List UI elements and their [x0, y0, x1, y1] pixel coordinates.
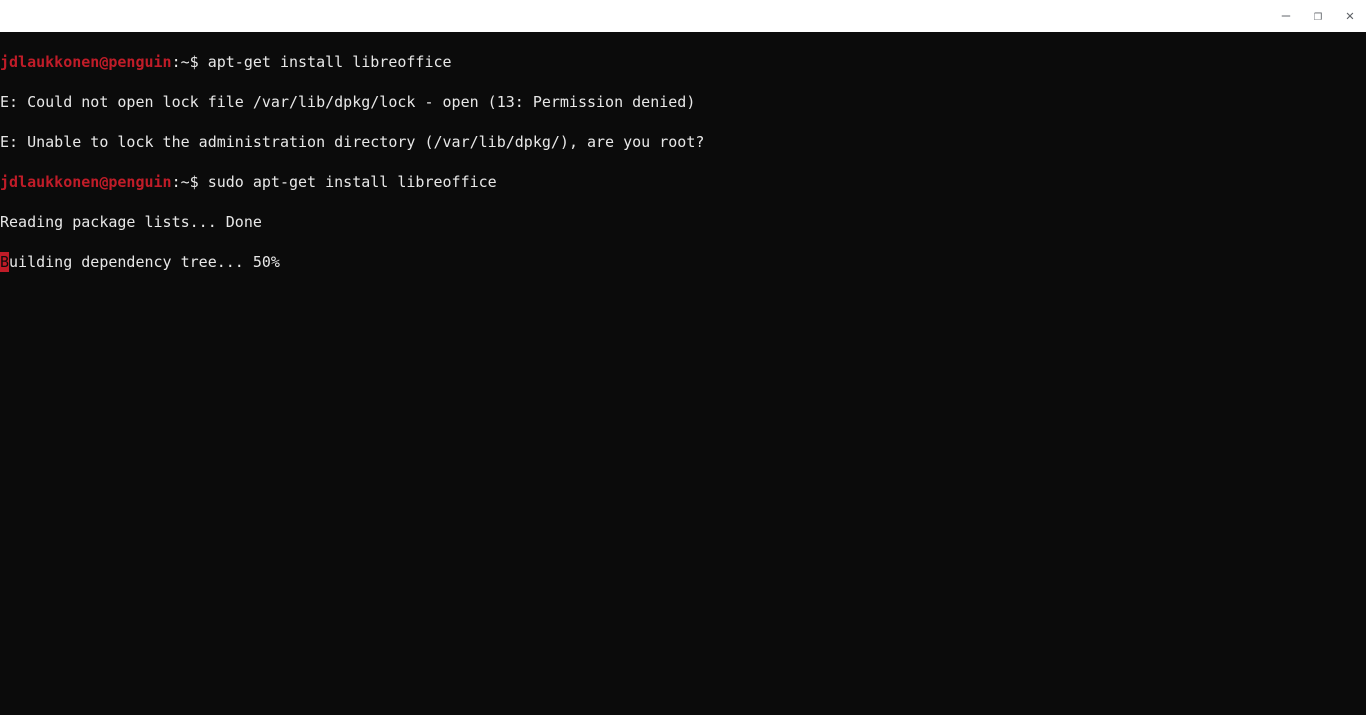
terminal-cursor: B: [0, 252, 9, 272]
window-titlebar: — ❐ ✕: [0, 0, 1366, 32]
terminal-line: jdlaukkonen@penguin:~$ sudo apt-get inst…: [0, 172, 1366, 192]
command-text: apt-get install libreoffice: [208, 53, 452, 71]
terminal-line: E: Unable to lock the administration dir…: [0, 132, 1366, 152]
prompt-user: jdlaukkonen@penguin: [0, 173, 172, 191]
maximize-icon[interactable]: ❐: [1310, 8, 1326, 24]
output-text: uilding dependency tree... 50%: [9, 253, 280, 271]
terminal-line: jdlaukkonen@penguin:~$ apt-get install l…: [0, 52, 1366, 72]
prompt-path: :~$: [172, 173, 208, 191]
prompt-user: jdlaukkonen@penguin: [0, 53, 172, 71]
output-text: E: Unable to lock the administration dir…: [0, 133, 704, 151]
terminal[interactable]: jdlaukkonen@penguin:~$ apt-get install l…: [0, 32, 1366, 715]
terminal-line: Reading package lists... Done: [0, 212, 1366, 232]
prompt-path: :~$: [172, 53, 208, 71]
output-text: Reading package lists... Done: [0, 213, 262, 231]
command-text: sudo apt-get install libreoffice: [208, 173, 497, 191]
terminal-line: Building dependency tree... 50%: [0, 252, 1366, 272]
output-text: E: Could not open lock file /var/lib/dpk…: [0, 93, 695, 111]
close-icon[interactable]: ✕: [1342, 8, 1358, 24]
minimize-icon[interactable]: —: [1278, 8, 1294, 24]
terminal-line: E: Could not open lock file /var/lib/dpk…: [0, 92, 1366, 112]
